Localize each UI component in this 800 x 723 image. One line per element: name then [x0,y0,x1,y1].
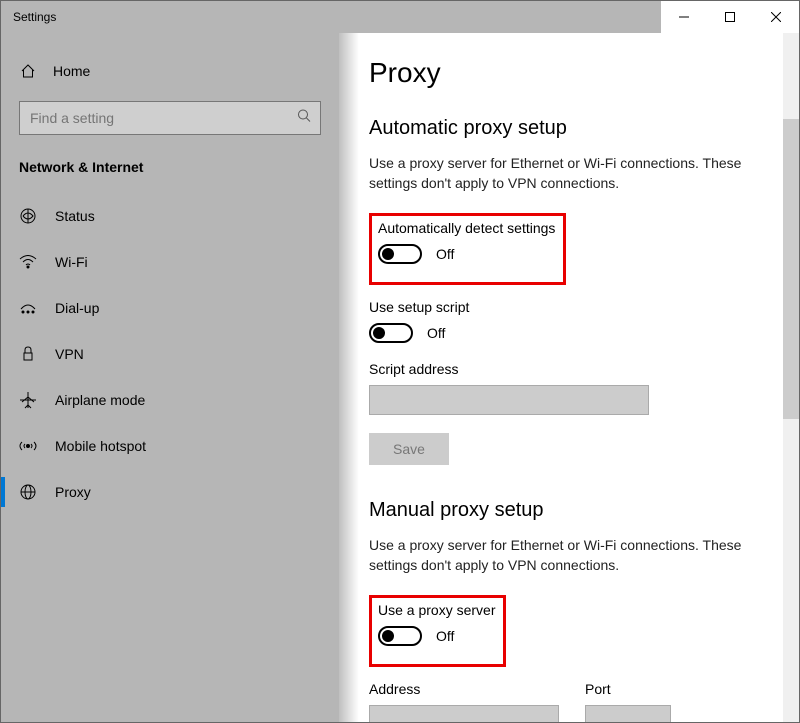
minimize-button[interactable] [661,1,707,33]
airplane-icon [19,391,37,409]
auto-section-title: Automatic proxy setup [369,117,799,140]
sidebar-item-label: VPN [55,346,84,362]
highlight-use-proxy: Use a proxy server Off [369,595,506,667]
window-title: Settings [1,10,56,24]
script-address-label: Script address [369,361,799,377]
save-button[interactable]: Save [369,433,449,465]
sidebar-item-label: Status [55,208,95,224]
category-title: Network & Internet [1,153,339,193]
auto-detect-toggle[interactable] [378,244,422,264]
sidebar-item-wifi[interactable]: Wi-Fi [1,239,339,285]
auto-detect-label: Automatically detect settings [378,220,555,236]
hotspot-icon [19,438,37,454]
page-title: Proxy [369,57,799,89]
address-label: Address [369,681,559,697]
scrollbar-thumb[interactable] [783,119,799,419]
dialup-icon [19,301,37,315]
auto-detect-state: Off [436,246,454,262]
auto-section-desc: Use a proxy server for Ethernet or Wi-Fi… [369,154,769,193]
highlight-auto-detect: Automatically detect settings Off [369,213,566,285]
script-address-input[interactable] [369,385,649,415]
manual-section-title: Manual proxy setup [369,499,799,522]
address-input[interactable] [369,705,559,722]
sidebar-item-proxy[interactable]: Proxy [1,469,339,515]
search-icon [297,109,311,128]
sidebar-item-airplane[interactable]: Airplane mode [1,377,339,423]
sidebar-item-label: Mobile hotspot [55,438,146,454]
setup-script-toggle[interactable] [369,323,413,343]
status-icon [19,207,37,225]
maximize-button[interactable] [707,1,753,33]
manual-section-desc: Use a proxy server for Ethernet or Wi-Fi… [369,536,769,575]
use-proxy-state: Off [436,628,454,644]
scrollbar[interactable] [783,33,799,722]
vpn-icon [19,346,37,362]
home-label: Home [53,63,90,79]
setup-script-state: Off [427,325,445,341]
sidebar-item-hotspot[interactable]: Mobile hotspot [1,423,339,469]
setup-script-label: Use setup script [369,299,799,315]
port-label: Port [585,681,671,697]
use-proxy-toggle[interactable] [378,626,422,646]
sidebar-item-label: Dial-up [55,300,99,316]
wifi-icon [19,255,37,269]
port-input[interactable] [585,705,671,722]
close-button[interactable] [753,1,799,33]
content-pane: Proxy Automatic proxy setup Use a proxy … [339,33,799,722]
search-input[interactable] [19,101,321,135]
proxy-icon [19,483,37,501]
sidebar-item-label: Wi-Fi [55,254,88,270]
home-icon [19,63,37,79]
sidebar: Home Network & Internet Status Wi-Fi [1,33,339,722]
home-nav[interactable]: Home [1,51,339,91]
sidebar-item-dialup[interactable]: Dial-up [1,285,339,331]
use-proxy-label: Use a proxy server [378,602,495,618]
sidebar-item-label: Proxy [55,484,91,500]
sidebar-item-label: Airplane mode [55,392,145,408]
sidebar-item-status[interactable]: Status [1,193,339,239]
titlebar: Settings [1,1,799,33]
sidebar-item-vpn[interactable]: VPN [1,331,339,377]
window-controls [661,1,799,33]
